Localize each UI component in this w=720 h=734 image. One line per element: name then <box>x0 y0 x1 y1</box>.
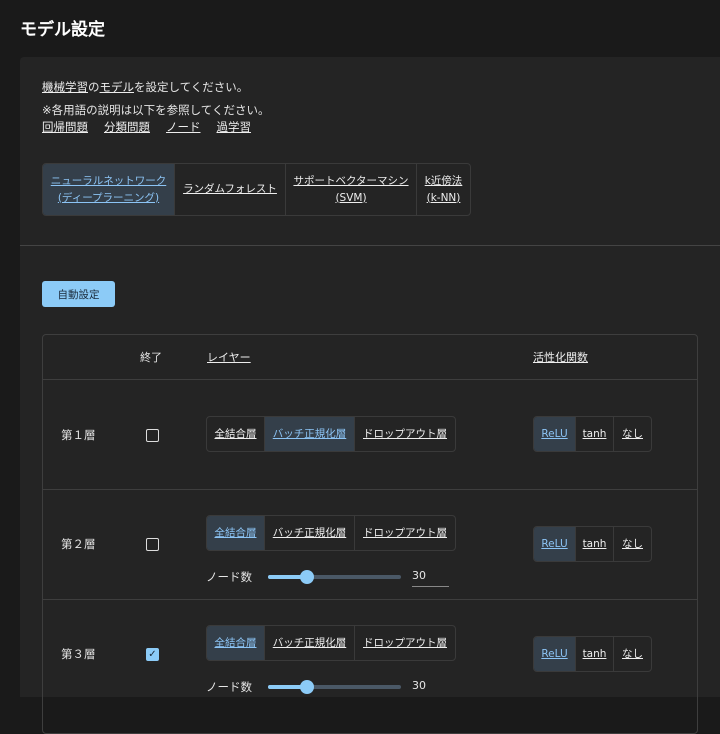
layer-label: 第２層 <box>61 537 96 551</box>
layer-type-selector: 全結合層 バッチ正規化層 ドロップアウト層 <box>206 515 456 551</box>
node-count-label: ノード数 <box>206 570 252 584</box>
activation-tanh[interactable]: tanh <box>576 527 614 561</box>
layer-type-batch-norm[interactable]: バッチ正規化層 <box>265 516 355 550</box>
divider <box>43 599 697 600</box>
node-count-slider[interactable] <box>268 570 401 584</box>
end-checkbox[interactable] <box>146 538 159 551</box>
auto-settings-button[interactable]: 自動設定 <box>42 281 115 307</box>
node-count-input[interactable]: 30 <box>412 569 449 587</box>
header-activation[interactable]: 活性化関数 <box>533 349 588 365</box>
model-knn[interactable]: k近傍法 (k-NN) <box>417 164 470 215</box>
model-random-forest[interactable]: ランダムフォレスト <box>175 164 286 215</box>
activation-relu[interactable]: ReLU <box>534 527 576 561</box>
header-layer[interactable]: レイヤー <box>207 349 251 365</box>
link-classification[interactable]: 分類問題 <box>104 119 150 136</box>
link-regression[interactable]: 回帰問題 <box>42 119 88 136</box>
layer-type-dropout[interactable]: ドロップアウト層 <box>355 417 455 451</box>
model-svm[interactable]: サポートベクターマシン (SVM) <box>286 164 417 215</box>
layer-type-fully-connected[interactable]: 全結合層 <box>207 626 265 660</box>
layer-type-batch-norm[interactable]: バッチ正規化層 <box>265 626 355 660</box>
node-count-input[interactable]: 30 <box>412 679 449 696</box>
label: ニューラルネットワーク <box>50 174 167 187</box>
activation-none[interactable]: なし <box>614 417 651 451</box>
model-settings-card: 機械学習のモデルを設定してください。 ※各用語の説明は以下を参照してください。 … <box>20 57 720 734</box>
page-title: モデル設定 <box>20 20 105 40</box>
note: ※各用語の説明は以下を参照してください。 <box>42 103 270 117</box>
layer-label: 第１層 <box>61 428 96 442</box>
model-selector: ニューラルネットワーク (ディープラーニング) ランダムフォレスト サポートベクタ… <box>42 163 471 216</box>
label: ランダムフォレスト <box>183 183 277 195</box>
check-icon: ✓ <box>148 649 157 660</box>
layer-type-fully-connected[interactable]: 全結合層 <box>207 417 265 451</box>
layer-type-dropout[interactable]: ドロップアウト層 <box>355 516 455 550</box>
link-model[interactable]: モデル <box>100 80 135 94</box>
label: k近傍法 <box>424 174 463 187</box>
node-count-label: ノード数 <box>206 680 252 694</box>
end-checkbox[interactable] <box>146 429 159 442</box>
layer-type-batch-norm[interactable]: バッチ正規化層 <box>265 417 355 451</box>
label: (SVM) <box>335 191 367 204</box>
label: (k-NN) <box>426 191 461 204</box>
link-machine-learning[interactable]: 機械学習 <box>42 80 88 94</box>
layer-row: 第３層 ✓ 全結合層 バッチ正規化層 ドロップアウト層 ReLU tanh なしノード数 30 <box>43 599 697 709</box>
activation-selector: ReLU tanh なし <box>533 416 652 452</box>
slider-thumb[interactable] <box>299 570 314 584</box>
activation-none[interactable]: なし <box>614 637 651 671</box>
layer-row: 第２層 全結合層 バッチ正規化層 ドロップアウト層 ReLU tanh なしノード数 30 <box>43 489 697 599</box>
text: の <box>88 80 100 94</box>
link-overfitting[interactable]: 過学習 <box>217 119 252 136</box>
header-end: 終了 <box>140 351 162 364</box>
text: を設定してください。 <box>134 80 249 94</box>
label: サポートベクターマシン <box>293 174 409 187</box>
divider <box>43 489 697 490</box>
layer-row: 第１層 全結合層 バッチ正規化層 ドロップアウト層 ReLU tanh なし <box>43 379 697 489</box>
activation-none[interactable]: なし <box>614 527 651 561</box>
layer-type-dropout[interactable]: ドロップアウト層 <box>355 626 455 660</box>
activation-relu[interactable]: ReLU <box>534 417 576 451</box>
end-checkbox[interactable]: ✓ <box>146 648 159 661</box>
divider <box>20 245 720 246</box>
intro: 機械学習のモデルを設定してください。 ※各用語の説明は以下を参照してください。 … <box>42 79 269 136</box>
activation-relu[interactable]: ReLU <box>534 637 576 671</box>
activation-selector: ReLU tanh なし <box>533 526 652 562</box>
slider-thumb[interactable] <box>299 680 314 694</box>
activation-tanh[interactable]: tanh <box>576 417 614 451</box>
layer-type-selector: 全結合層 バッチ正規化層 ドロップアウト層 <box>206 416 456 452</box>
link-node[interactable]: ノード <box>166 119 201 136</box>
activation-tanh[interactable]: tanh <box>576 637 614 671</box>
label: (ディープラーニング) <box>57 191 160 204</box>
layer-type-fully-connected[interactable]: 全結合層 <box>207 516 265 550</box>
layer-table: 終了 レイヤー 活性化関数 第１層 全結合層 バッチ正規化層 ドロップアウト層 ReLU… <box>42 334 698 734</box>
layer-type-selector: 全結合層 バッチ正規化層 ドロップアウト層 <box>206 625 456 661</box>
activation-selector: ReLU tanh なし <box>533 636 652 672</box>
layer-label: 第３層 <box>61 647 96 661</box>
model-neural-network[interactable]: ニューラルネットワーク (ディープラーニング) <box>43 164 175 215</box>
